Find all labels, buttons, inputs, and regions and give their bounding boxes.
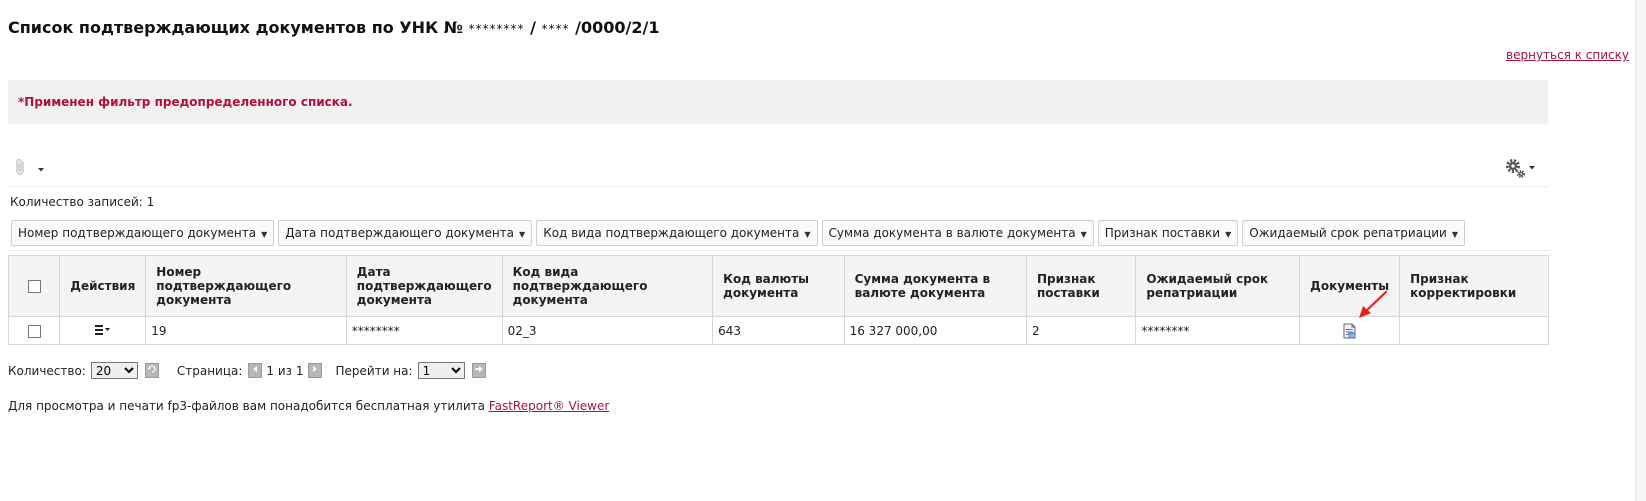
- row-select-cell: [7, 316, 61, 345]
- pagination-bar: Количество: 20 Страница: 1 из 1 Перейти …: [8, 362, 490, 379]
- filter-chip-doc-date[interactable]: Дата подтверждающего документа ▼: [278, 220, 533, 246]
- goto-button[interactable]: [471, 363, 486, 378]
- column-header-doc-number[interactable]: Номер подтверждающего документа: [145, 255, 347, 317]
- unk-separator: /: [530, 18, 536, 37]
- filter-chip-doc-type-code[interactable]: Код вида подтверждающего документа ▼: [536, 220, 818, 246]
- filter-chip-doc-number[interactable]: Номер подтверждающего документа ▼: [11, 220, 275, 246]
- records-count: Количество записей: 1: [10, 195, 154, 209]
- chevron-down-icon: ▼: [261, 230, 268, 239]
- chip-label: Код вида подтверждающего документа: [543, 226, 800, 240]
- chevron-down-icon: ▼: [1451, 230, 1458, 239]
- refresh-button[interactable]: [144, 363, 159, 378]
- chip-label: Признак поставки: [1104, 226, 1221, 240]
- menu-icon: [94, 324, 110, 335]
- cell-doc-date: ********: [345, 316, 503, 345]
- row-checkbox[interactable]: [27, 324, 41, 338]
- chevron-right-icon: [312, 366, 317, 372]
- chevron-down-icon: [1529, 166, 1535, 170]
- filter-notice: *Применен фильтр предопределенного списк…: [8, 80, 1548, 124]
- table-header-row: Действия Номер подтверждающего документа…: [7, 255, 1549, 317]
- goto-page-select[interactable]: 1: [417, 362, 465, 379]
- column-header-correction[interactable]: Признак корректировки: [1399, 255, 1549, 317]
- fastreport-viewer-link[interactable]: FastReport® Viewer: [489, 399, 610, 413]
- cell-currency-code: 643: [712, 316, 845, 345]
- table-row: 19 ******** 02_3 643 16 327 000,00 2 ***…: [7, 316, 1549, 345]
- vertical-scrollbar[interactable]: [1635, 0, 1646, 501]
- cell-correction: [1399, 316, 1549, 345]
- paperclip-icon: [16, 158, 24, 175]
- unk-suffix: /0000/2/1: [575, 18, 660, 37]
- records-count-label: Количество записей:: [10, 195, 143, 209]
- refresh-icon: [147, 365, 156, 373]
- document-icon[interactable]: [1343, 323, 1357, 339]
- cell-amount: 16 327 000,00: [843, 316, 1027, 345]
- chip-label: Дата подтверждающего документа: [285, 226, 515, 240]
- cell-delivery: 2: [1025, 316, 1137, 345]
- column-header-documents[interactable]: Документы: [1299, 255, 1401, 317]
- title-prefix: Список подтверждающих документов по УНК …: [8, 18, 463, 37]
- select-all-checkbox[interactable]: [27, 280, 41, 293]
- row-actions-cell: [59, 316, 147, 345]
- chip-label: Сумма документа в валюте документа: [828, 226, 1076, 240]
- page-size-label: Количество:: [8, 363, 86, 378]
- chip-label: Ожидаемый срок репатриации: [1249, 226, 1447, 240]
- cell-documents: [1299, 316, 1401, 345]
- column-header-amount[interactable]: Сумма документа в валюте документа: [843, 255, 1027, 317]
- gear-icon: [1506, 159, 1525, 178]
- next-page-button[interactable]: [307, 363, 322, 378]
- filter-message: *Применен фильтр предопределенного списк…: [18, 95, 353, 109]
- attach-dropdown-button[interactable]: [14, 158, 48, 178]
- footer-note: Для просмотра и печати fp3-файлов вам по…: [8, 399, 609, 413]
- settings-dropdown-button[interactable]: [1504, 156, 1538, 180]
- footer-note-text: Для просмотра и печати fp3-файлов вам по…: [8, 399, 485, 413]
- column-header-doc-date[interactable]: Дата подтверждающего документа: [345, 255, 503, 317]
- cell-repatriation: ********: [1135, 316, 1301, 345]
- column-header-delivery[interactable]: Признак поставки: [1025, 255, 1137, 317]
- column-header-repatriation[interactable]: Ожидаемый срок репатриации: [1135, 255, 1301, 317]
- prev-page-button[interactable]: [248, 363, 263, 378]
- unk-mask-2: ****: [541, 22, 570, 36]
- row-actions-menu-button[interactable]: [94, 324, 111, 338]
- unk-mask-1: ********: [468, 22, 525, 36]
- filter-chips-bar: Номер подтверждающего документа ▼ Дата по…: [8, 220, 1551, 251]
- records-count-value: 1: [146, 195, 155, 209]
- select-all-header: [7, 255, 61, 317]
- grid-toolbar: [8, 148, 1548, 187]
- filter-chip-doc-amount[interactable]: Сумма документа в валюте документа ▼: [821, 220, 1094, 246]
- chevron-down-icon: ▼: [804, 230, 811, 239]
- documents-table: Действия Номер подтверждающего документа…: [7, 255, 1549, 345]
- chip-label: Номер подтверждающего документа: [18, 226, 257, 240]
- cell-doc-type-code: 02_3: [501, 316, 714, 345]
- filter-chip-repatriation[interactable]: Ожидаемый срок репатриации ▼: [1242, 220, 1465, 246]
- chevron-down-icon: ▼: [519, 230, 526, 239]
- page-label: Страница:: [176, 363, 243, 378]
- chevron-down-icon: ▼: [1080, 230, 1087, 239]
- chevron-left-icon: [253, 366, 258, 372]
- page-indicator: 1 из 1: [266, 363, 304, 378]
- arrow-right-icon: [474, 366, 483, 372]
- filter-chip-delivery[interactable]: Признак поставки ▼: [1097, 220, 1239, 246]
- chevron-down-icon: [38, 168, 44, 172]
- chevron-down-icon: ▼: [1225, 230, 1232, 239]
- column-header-currency-code[interactable]: Код валюты документа: [712, 255, 845, 317]
- cell-doc-number: 19: [145, 316, 347, 345]
- page-size-select[interactable]: 20: [90, 362, 138, 379]
- back-to-list-link[interactable]: вернуться к списку: [1506, 48, 1629, 62]
- column-header-doc-type-code[interactable]: Код вида подтверждающего документа: [501, 255, 714, 317]
- column-header-actions[interactable]: Действия: [59, 255, 147, 317]
- goto-label: Перейти на:: [335, 363, 413, 378]
- page-title: Список подтверждающих документов по УНК …: [8, 18, 659, 37]
